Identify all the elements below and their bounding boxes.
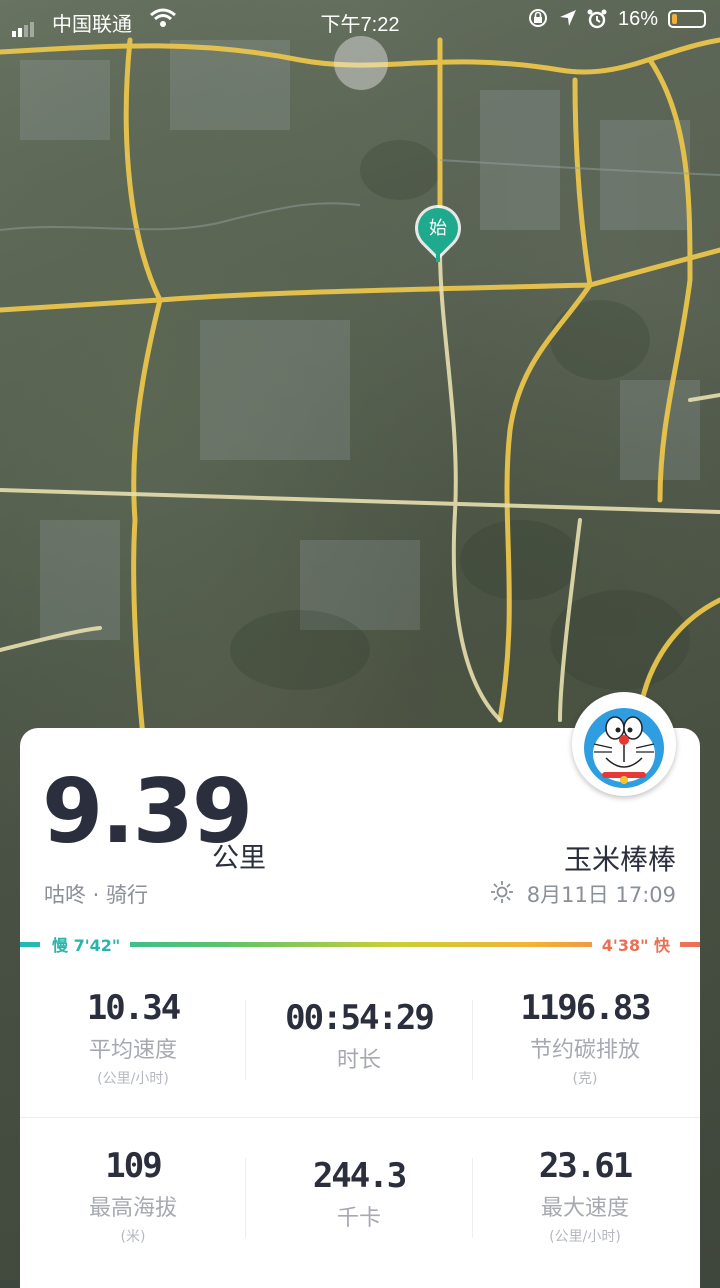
username: 玉米棒棒 [563,843,676,876]
location-icon [558,8,578,33]
divider [245,1000,246,1080]
stat-value: 109 [105,1146,162,1186]
divider [472,1158,473,1238]
activity-datetime: 8月11日 17:09 [526,883,676,907]
stat-max-speed: 23.61 最大速度 (公里/小时) [472,1146,698,1246]
stat-label: 时长 [336,1048,381,1073]
stat-max-altitude: 109 最高海拔 (米) [20,1146,246,1246]
stat-label: 最大速度 [540,1196,629,1221]
divider [20,1117,700,1118]
stat-label: 平均速度 [88,1038,177,1063]
status-bar: 中国联通 下午7:22 16% [0,0,720,40]
stat-carbon-saved: 1196.83 节约碳排放 (克) [472,988,698,1088]
pace-slow-label: 慢 7'42" [40,932,131,956]
battery-icon [668,10,706,28]
stat-unit: (克) [572,1071,598,1087]
distance-unit: 公里 [212,843,266,874]
stat-unit: (米) [120,1229,146,1245]
assistive-touch-button[interactable] [334,36,388,90]
divider [472,1000,473,1080]
battery-percent: 16% [617,8,658,30]
stat-label: 千卡 [336,1206,381,1231]
stat-unit: (公里/小时) [97,1071,169,1087]
stat-value: 244.3 [312,1156,407,1196]
start-marker-label: 始 [429,218,447,239]
stat-label: 最高海拔 [88,1196,177,1221]
stat-avg-speed: 10.34 平均速度 (公里/小时) [20,988,246,1088]
pace-fast-label: 4'38" 快 [591,932,680,956]
stat-unit: (公里/小时) [549,1229,621,1245]
stat-value: 10.34 [86,988,181,1028]
alarm-icon [586,8,608,35]
stat-value: 23.61 [538,1146,633,1186]
user-avatar[interactable] [572,692,676,796]
stat-value: 00:54:29 [285,998,435,1038]
stat-duration: 00:54:29 时长 [246,998,472,1074]
activity-type: 咕咚 · 骑行 [44,883,149,907]
start-marker-tail [436,248,440,262]
orientation-lock-icon [528,8,548,33]
divider [245,1158,246,1238]
stat-value: 1196.83 [520,988,651,1028]
stat-label: 节约碳排放 [529,1038,640,1063]
status-time: 下午7:22 [320,14,400,36]
doraemon-avatar-image [584,708,664,788]
stat-calories: 244.3 千卡 [246,1156,472,1232]
sun-weather-icon [490,880,514,910]
